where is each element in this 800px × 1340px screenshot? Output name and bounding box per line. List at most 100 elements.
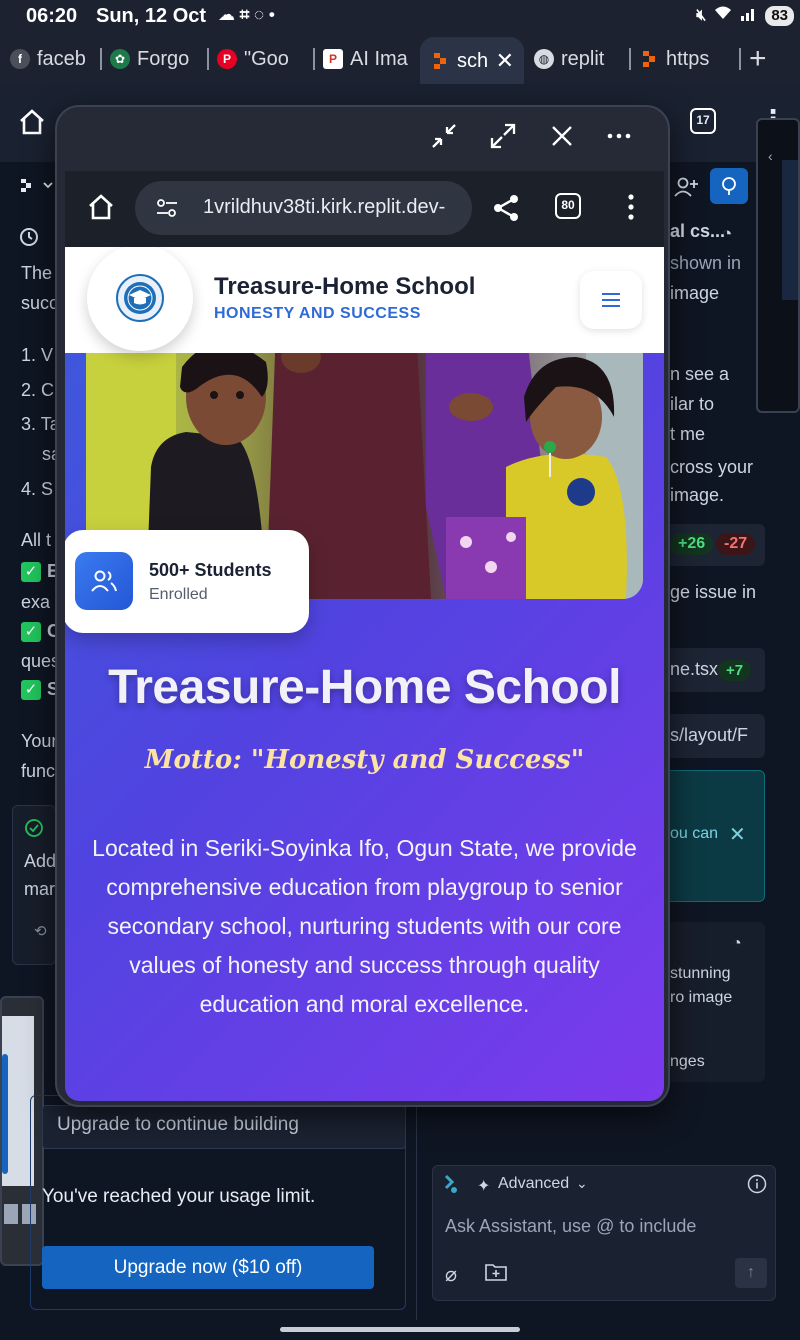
bg-right-text: image	[670, 283, 720, 303]
students-stat-card: 500+ Students Enrolled	[65, 530, 309, 633]
floating-browser-window: -1vrildhuv38ti.kirk.replit.dev 80 Treasu…	[55, 105, 670, 1107]
status-time: 06:20	[26, 5, 78, 27]
sparkle-icon: ✦	[477, 1178, 491, 1195]
mini-preview-accent	[2, 1054, 8, 1174]
bg-right-text: ge issue in	[670, 582, 757, 602]
rollback-icon[interactable]: ⟲	[34, 922, 47, 940]
bg-right-text: cross your	[670, 457, 754, 477]
assistant-input[interactable]: Ask Assistant, use @ to include	[445, 1216, 696, 1237]
add-folder-icon[interactable]	[485, 1262, 507, 1287]
brand-name: Treasure-Home School	[214, 273, 476, 300]
browser-tab-ai-image[interactable]: P AI Ima	[313, 39, 420, 79]
replit-icon	[430, 51, 450, 71]
window-controls	[57, 107, 668, 171]
speed-icon: ◔	[732, 935, 742, 952]
facebook-icon: f	[10, 49, 30, 69]
diff-added-badge: +26	[670, 533, 714, 555]
pinterest-icon: P	[217, 49, 237, 69]
bg-left-text: succ	[21, 293, 59, 313]
close-banner-icon[interactable]: ✕	[729, 822, 746, 847]
bg-right-text: stunning	[670, 965, 731, 982]
brand-tagline: HONESTY AND SUCCESS	[214, 305, 421, 322]
usage-limit-text: You've reached your usage limit.	[42, 1186, 316, 1207]
add-user-icon[interactable]	[674, 176, 698, 203]
browser-tab-forgot[interactable]: ✿ Forgo	[100, 39, 207, 79]
bg-left-text: mar	[24, 879, 55, 899]
tab-label: "Goo	[244, 47, 289, 70]
file-added-badge: +7	[718, 660, 752, 681]
students-icon	[75, 552, 133, 610]
browser-tab-replit[interactable]: ◍ replit	[524, 39, 629, 79]
school-crest-icon	[116, 274, 164, 322]
popup-more-icon[interactable]	[621, 191, 641, 228]
site-header: Treasure-Home School HONESTY AND SUCCESS	[65, 247, 664, 353]
bg-right-text: al cs...	[670, 221, 726, 241]
mini-preview	[782, 160, 798, 300]
deploy-button[interactable]	[710, 168, 748, 204]
bg-left-text: 3. Ta	[21, 414, 60, 434]
address-bar[interactable]: -1vrildhuv38ti.kirk.replit.dev	[135, 181, 472, 235]
speed-icon: ◔	[722, 224, 733, 243]
tab-label: faceb	[37, 47, 86, 70]
expand-window-icon[interactable]	[488, 121, 524, 157]
bg-right-text: ne.tsx	[670, 659, 719, 679]
close-window-icon[interactable]	[547, 121, 583, 157]
wifi-icon	[713, 5, 733, 26]
bg-left-text: Your	[21, 731, 58, 751]
window-more-icon[interactable]	[604, 121, 640, 157]
assistant-mode-select[interactable]: Advanced	[498, 1175, 569, 1193]
bg-right-text: ou can	[670, 825, 719, 842]
tab-label: https	[666, 47, 710, 70]
bg-left-text: 2. C	[21, 380, 55, 400]
url-text: -1vrildhuv38ti.kirk.replit.dev	[203, 196, 446, 218]
new-tab-button[interactable]: +	[739, 39, 794, 79]
status-date: Sun, 12 Oct	[96, 5, 207, 27]
browser-tab-pinterest[interactable]: P "Goo	[207, 39, 313, 79]
minimized-window-right[interactable]: ‹	[756, 118, 800, 413]
browser-tab-strip: f faceb ✿ Forgo P "Goo P AI Ima sch ✕ ◍ …	[0, 34, 800, 85]
mute-icon: 🔇︎	[696, 6, 707, 24]
mini-thumb	[4, 1204, 18, 1224]
bg-left-text: 1. V	[21, 345, 54, 365]
bg-right-text: n see a	[670, 364, 730, 384]
hero-title: Treasure-Home School	[108, 661, 621, 714]
menu-icon	[602, 293, 620, 307]
bg-left-text: The	[21, 263, 53, 283]
share-icon[interactable]	[491, 193, 521, 228]
bg-right-text: image.	[670, 485, 725, 505]
chevron-down-icon: ⌄	[576, 1175, 588, 1191]
minimize-window-icon[interactable]	[429, 121, 465, 157]
tab-label: AI Ima	[350, 47, 408, 70]
checkpoint-icon	[24, 818, 44, 843]
upgrade-now-button[interactable]: Upgrade now ($10 off)	[42, 1246, 374, 1289]
tab-label: replit	[561, 47, 605, 70]
home-icon[interactable]	[87, 193, 115, 226]
browser-tab-facebook[interactable]: f faceb	[0, 39, 100, 79]
bg-left-text: exa	[21, 592, 51, 612]
globe-icon: ◍	[534, 49, 554, 69]
history-icon[interactable]	[18, 226, 40, 253]
attach-icon[interactable]: ⌀	[445, 1262, 457, 1287]
gesture-handle[interactable]	[280, 1327, 520, 1332]
school-website: Treasure-Home School HONESTY AND SUCCESS	[65, 247, 664, 1101]
tab-label: sch	[457, 49, 489, 72]
browser-tab-active[interactable]: sch ✕	[420, 37, 524, 85]
site-settings-icon[interactable]	[155, 197, 179, 224]
students-label: Enrolled	[149, 586, 208, 603]
info-icon[interactable]	[747, 1174, 767, 1199]
popup-toolbar: -1vrildhuv38ti.kirk.replit.dev 80	[65, 171, 664, 247]
workspace-icon[interactable]	[20, 178, 54, 199]
hamburger-menu-button[interactable]	[580, 271, 642, 329]
browser-tab-https[interactable]: https	[629, 39, 739, 79]
send-button[interactable]: ↑	[735, 1258, 767, 1288]
bg-left-text: Add	[24, 851, 57, 871]
school-logo[interactable]	[87, 247, 193, 351]
bg-right-text: t me	[670, 424, 706, 444]
close-tab-icon[interactable]: ✕	[496, 48, 514, 74]
tab-count-badge[interactable]: 17	[690, 108, 716, 134]
popup-tab-count[interactable]: 80	[555, 193, 581, 219]
home-icon[interactable]	[18, 108, 46, 141]
status-right: 🔇︎ 83	[696, 5, 794, 26]
upgrade-bar: Upgrade to continue building	[42, 1105, 406, 1149]
bg-right-text: ilar to	[670, 394, 715, 414]
